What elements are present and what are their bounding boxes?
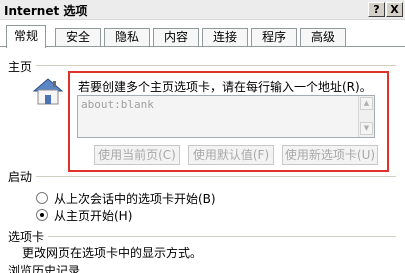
startup-label: 启动 [8, 170, 33, 184]
tab-privacy[interactable]: 隐私 [104, 28, 150, 47]
tabs-section-description: 更改网页在选项卡中的显示方式。 [22, 246, 203, 260]
home-instruction: 若要创建多个主页选项卡，请在每行输入一个地址(R)。 [78, 80, 372, 94]
radio-start-home-label: 从主页开始(H) [54, 209, 133, 223]
tab-divider [0, 46, 405, 47]
close-button[interactable]: X [386, 2, 403, 17]
tab-advanced[interactable]: 高级 [300, 28, 346, 47]
title-bar: Internet 选项 ? X [0, 0, 405, 20]
home-page-label: 主页 [8, 60, 33, 74]
tab-connections[interactable]: 连接 [202, 28, 248, 47]
radio-selected-dot [40, 213, 44, 217]
help-button[interactable]: ? [368, 2, 385, 17]
scroll-up-icon[interactable]: ▲ [360, 97, 373, 110]
scroll-down-icon[interactable]: ▼ [360, 122, 373, 135]
textarea-scrollbar[interactable]: ▲ ▼ [358, 96, 374, 137]
home-address-value: about:blank [81, 98, 154, 111]
tab-strip: 常规 安全 隐私 内容 连接 程序 高级 [0, 20, 405, 48]
tab-programs[interactable]: 程序 [251, 28, 297, 47]
radio-start-home[interactable] [36, 209, 48, 221]
startup-divider [36, 176, 396, 177]
tabs-section-divider [48, 236, 396, 237]
tabs-section-label: 选项卡 [8, 230, 45, 244]
tab-content[interactable]: 内容 [153, 28, 199, 47]
history-section-label: 浏览历史记录 [8, 264, 81, 273]
home-address-textarea[interactable]: about:blank ▲ ▼ [77, 95, 375, 138]
home-icon [32, 78, 64, 105]
window-title: Internet 选项 [4, 4, 88, 18]
use-current-button[interactable]: 使用当前页(C) [94, 145, 180, 165]
tab-general[interactable]: 常规 [6, 25, 46, 48]
use-new-tab-button[interactable]: 使用新选项卡(U) [282, 145, 378, 165]
home-page-divider [36, 65, 396, 66]
radio-last-session[interactable] [36, 192, 48, 204]
tab-security[interactable]: 安全 [55, 28, 101, 47]
radio-last-session-label: 从上次会话中的选项卡开始(B) [54, 192, 216, 206]
use-default-button[interactable]: 使用默认值(F) [188, 145, 274, 165]
